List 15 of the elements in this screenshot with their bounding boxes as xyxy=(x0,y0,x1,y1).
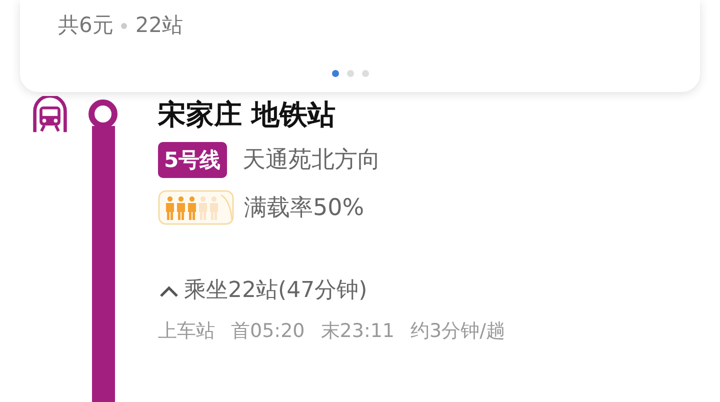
stops-text: 22站 xyxy=(135,12,184,39)
info-text: 首05:20 xyxy=(231,319,305,344)
separator-dot xyxy=(121,22,128,29)
line-tag: 5号线 xyxy=(158,142,227,178)
info-text: 上车站 xyxy=(158,319,215,344)
fare-text: 共6元 xyxy=(58,12,114,39)
station-name: 宋家庄 地铁站 xyxy=(158,97,337,133)
train-icon xyxy=(30,96,70,134)
crowding-icon xyxy=(158,190,236,226)
station-node-icon xyxy=(88,99,118,129)
crowding-text: 满载率50% xyxy=(244,194,364,223)
direction-text: 天通苑北方向 xyxy=(242,146,381,175)
info-text: 约3分钟/趟 xyxy=(410,319,506,344)
ride-toggle[interactable]: 乘坐22站(47分钟) xyxy=(158,274,368,307)
info-text: 末23:11 xyxy=(320,319,395,344)
